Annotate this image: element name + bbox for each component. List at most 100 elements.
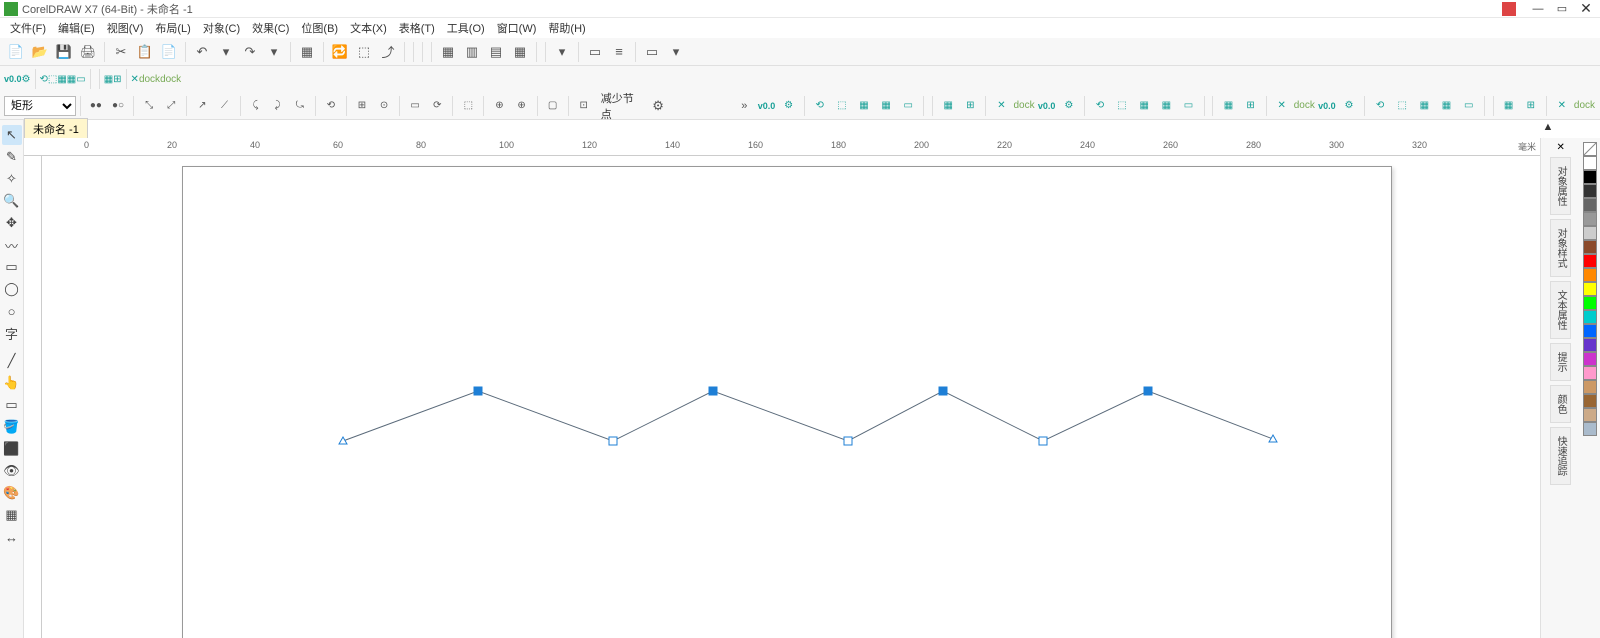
tool-8[interactable]: ○ xyxy=(2,301,22,321)
color-swatch[interactable] xyxy=(1583,324,1597,338)
tb2-btn-12[interactable]: ✕ xyxy=(131,73,139,85)
drawing-svg[interactable] xyxy=(183,167,1393,638)
dock-btn[interactable]: dock xyxy=(139,73,160,85)
docker-tab[interactable]: 文本属性 xyxy=(1550,281,1571,339)
prop-btn-28[interactable]: ⊡ xyxy=(574,95,594,117)
prop-teal-2-0[interactable]: ⚙ xyxy=(1339,95,1359,117)
tool-16[interactable]: 👁 xyxy=(2,461,22,481)
tb2-btn-9[interactable]: ▦ xyxy=(104,73,113,85)
toolbar-btn-17[interactable]: ⬚ xyxy=(353,41,375,63)
tool-15[interactable]: ⬛ xyxy=(2,439,22,459)
tb2-btn-3[interactable]: ⬚ xyxy=(48,73,57,85)
docker-tab[interactable]: 对象属性 xyxy=(1550,157,1571,215)
prop-teal-0-9[interactable]: ▦ xyxy=(938,95,958,117)
toolbar-btn-16[interactable]: 🔁 xyxy=(329,41,351,63)
docker-tab[interactable]: 提示 xyxy=(1550,343,1571,381)
tool-6[interactable]: ▭ xyxy=(2,257,22,277)
prop-btn-23[interactable]: ⊕ xyxy=(489,95,509,117)
toolbar-btn-29[interactable]: ▾ xyxy=(551,41,573,63)
color-swatch[interactable] xyxy=(1583,380,1597,394)
color-swatch[interactable] xyxy=(1583,352,1597,366)
user-icon[interactable] xyxy=(1502,2,1516,16)
drawing-canvas[interactable] xyxy=(42,156,1540,638)
tb2-btn-5[interactable]: ▦ xyxy=(67,73,76,85)
reduce-nodes-settings[interactable]: ⚙ xyxy=(648,95,668,117)
prop-btn-10[interactable]: ⤸ xyxy=(268,95,288,117)
tool-13[interactable]: ▭ xyxy=(2,395,22,415)
dock-btn[interactable]: dock xyxy=(1013,95,1034,117)
prop-teal-1-10[interactable]: ⊞ xyxy=(1241,95,1261,117)
menu-item[interactable]: 视图(V) xyxy=(101,18,150,38)
overflow-icon[interactable]: » xyxy=(734,95,754,117)
node[interactable] xyxy=(609,437,617,445)
docker-close-icon[interactable]: ✕ xyxy=(1556,142,1564,153)
prop-teal-2-2[interactable]: ⟲ xyxy=(1370,95,1390,117)
zigzag-path[interactable] xyxy=(343,391,1273,441)
prop-teal-2-12[interactable]: ✕ xyxy=(1552,95,1572,117)
toolbar-btn-9[interactable]: ↶ xyxy=(191,41,213,63)
color-swatch[interactable] xyxy=(1583,184,1597,198)
tool-9[interactable]: 字 xyxy=(2,323,22,343)
toolbar-btn-25[interactable]: ▤ xyxy=(485,41,507,63)
menu-item[interactable]: 工具(O) xyxy=(441,18,491,38)
prop-btn-0[interactable]: ●● xyxy=(86,95,106,117)
prop-teal-0-6[interactable]: ▭ xyxy=(898,95,918,117)
color-swatch[interactable] xyxy=(1583,366,1597,380)
menu-item[interactable]: 位图(B) xyxy=(295,18,344,38)
toolbar-btn-11[interactable]: ↷ xyxy=(239,41,261,63)
nav-up-icon[interactable]: ▲ xyxy=(1540,120,1556,134)
prop-teal-2-9[interactable]: ▦ xyxy=(1499,95,1519,117)
color-swatch[interactable] xyxy=(1583,282,1597,296)
tool-1[interactable]: ✎ xyxy=(2,147,22,167)
color-swatch[interactable] xyxy=(1583,156,1597,170)
prop-btn-11[interactable]: ⤿ xyxy=(290,95,310,117)
prop-btn-7[interactable]: ⟋ xyxy=(214,95,234,117)
prop-teal-0-3[interactable]: ⬚ xyxy=(832,95,852,117)
selected-node[interactable] xyxy=(474,387,482,395)
color-swatch[interactable] xyxy=(1583,198,1597,212)
close-button[interactable]: ✕ xyxy=(1576,2,1596,16)
toolbar-btn-7[interactable]: 📄 xyxy=(158,41,180,63)
prop-btn-4[interactable]: ⤢ xyxy=(161,95,181,117)
menu-item[interactable]: 对象(C) xyxy=(197,18,246,38)
tb2-btn-10[interactable]: ⊞ xyxy=(113,73,121,85)
minimize-button[interactable]: — xyxy=(1528,2,1548,16)
tab-document[interactable]: 未命名 -1 xyxy=(24,118,88,140)
toolbar-btn-5[interactable]: ✂ xyxy=(110,41,132,63)
prop-btn-16[interactable]: ⊙ xyxy=(374,95,394,117)
prop-btn-1[interactable]: ●○ xyxy=(108,95,128,117)
toolbar-btn-6[interactable]: 📋 xyxy=(134,41,156,63)
prop-btn-18[interactable]: ▭ xyxy=(405,95,425,117)
menu-item[interactable]: 文件(F) xyxy=(4,18,52,38)
end-node[interactable] xyxy=(1269,435,1277,442)
color-swatch[interactable] xyxy=(1583,310,1597,324)
tool-17[interactable]: 🎨 xyxy=(2,483,22,503)
menu-item[interactable]: 表格(T) xyxy=(393,18,441,38)
prop-teal-2-3[interactable]: ⬚ xyxy=(1392,95,1412,117)
toolbar-btn-10[interactable]: ▾ xyxy=(215,41,237,63)
toolbar-btn-24[interactable]: ▥ xyxy=(461,41,483,63)
menu-item[interactable]: 帮助(H) xyxy=(542,18,591,38)
dock-btn[interactable]: dock xyxy=(1574,95,1595,117)
menu-item[interactable]: 布局(L) xyxy=(149,18,196,38)
prop-teal-1-3[interactable]: ⬚ xyxy=(1112,95,1132,117)
color-swatch[interactable] xyxy=(1583,394,1597,408)
prop-btn-19[interactable]: ⟳ xyxy=(427,95,447,117)
color-swatch[interactable] xyxy=(1583,240,1597,254)
toolbar-btn-26[interactable]: ▦ xyxy=(509,41,531,63)
color-swatch[interactable] xyxy=(1583,254,1597,268)
menu-item[interactable]: 文本(X) xyxy=(344,18,393,38)
color-swatch[interactable] xyxy=(1583,422,1597,436)
node[interactable] xyxy=(1039,437,1047,445)
prop-teal-2-5[interactable]: ▦ xyxy=(1436,95,1456,117)
prop-btn-6[interactable]: ↗ xyxy=(192,95,212,117)
dock-btn[interactable]: dock xyxy=(1294,95,1315,117)
toolbar-btn-34[interactable]: ▭ xyxy=(641,41,663,63)
prop-teal-1-9[interactable]: ▦ xyxy=(1218,95,1238,117)
toolbar-btn-12[interactable]: ▾ xyxy=(263,41,285,63)
toolbar-btn-14[interactable]: ▦ xyxy=(296,41,318,63)
prop-teal-2-4[interactable]: ▦ xyxy=(1414,95,1434,117)
page[interactable] xyxy=(182,166,1392,638)
prop-teal-0-12[interactable]: ✕ xyxy=(991,95,1011,117)
tool-18[interactable]: ▦ xyxy=(2,505,22,525)
